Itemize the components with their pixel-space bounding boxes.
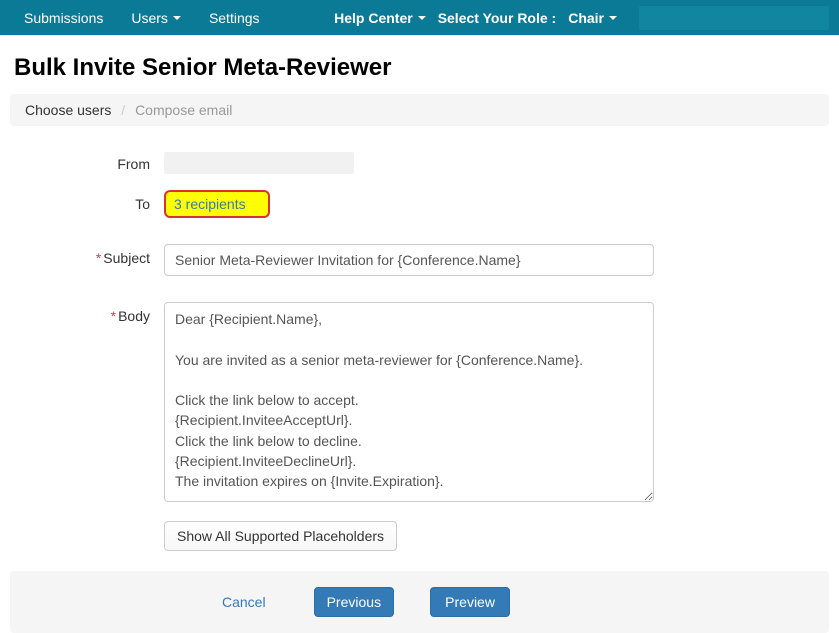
cancel-button[interactable]: Cancel [210, 588, 278, 616]
to-label: To [14, 190, 164, 212]
body-textarea[interactable] [164, 302, 654, 502]
preview-button[interactable]: Preview [430, 587, 510, 617]
breadcrumb-step-choose-users[interactable]: Choose users [25, 102, 111, 118]
body-row: *Body [14, 302, 825, 505]
subject-label: *Subject [14, 244, 164, 266]
page-title: Bulk Invite Senior Meta-Reviewer [14, 54, 839, 82]
nav-submissions[interactable]: Submissions [10, 0, 117, 36]
body-label-text: Body [118, 308, 150, 324]
footer-actions: Cancel Previous Preview [10, 571, 829, 633]
top-navbar: Submissions Users Settings Help Center S… [0, 0, 839, 36]
subject-row: *Subject [14, 244, 825, 276]
caret-down-icon [609, 16, 617, 20]
from-row: From [14, 150, 825, 174]
show-placeholders-button[interactable]: Show All Supported Placeholders [164, 521, 397, 551]
nav-role-selector[interactable]: Chair [562, 10, 629, 26]
previous-button[interactable]: Previous [314, 587, 394, 617]
body-label: *Body [14, 302, 164, 324]
nav-role-value-text: Chair [568, 10, 604, 26]
nav-user-area[interactable] [639, 6, 829, 30]
breadcrumb-step-compose-email: Compose email [135, 102, 232, 118]
breadcrumb-separator: / [115, 102, 131, 118]
nav-help-center[interactable]: Help Center [320, 0, 432, 36]
nav-select-role-label: Select Your Role : [432, 10, 563, 26]
placeholders-row: Show All Supported Placeholders [14, 521, 825, 551]
from-value [164, 152, 354, 174]
subject-label-text: Subject [103, 250, 150, 266]
from-label: From [14, 150, 164, 172]
subject-input[interactable] [164, 244, 654, 276]
compose-form: From To 3 recipients *Subject *Body Show… [0, 150, 839, 551]
nav-users[interactable]: Users [117, 0, 195, 36]
nav-left-group: Submissions Users Settings [10, 0, 274, 36]
nav-center-group: Help Center Select Your Role : Chair [320, 0, 629, 36]
nav-help-center-label: Help Center [334, 10, 413, 26]
nav-users-label: Users [131, 10, 168, 26]
to-row: To 3 recipients [14, 190, 825, 218]
caret-down-icon [173, 16, 181, 20]
breadcrumb: Choose users / Compose email [10, 94, 829, 126]
nav-settings[interactable]: Settings [195, 0, 274, 36]
recipients-link[interactable]: 3 recipients [164, 190, 270, 218]
caret-down-icon [418, 16, 426, 20]
